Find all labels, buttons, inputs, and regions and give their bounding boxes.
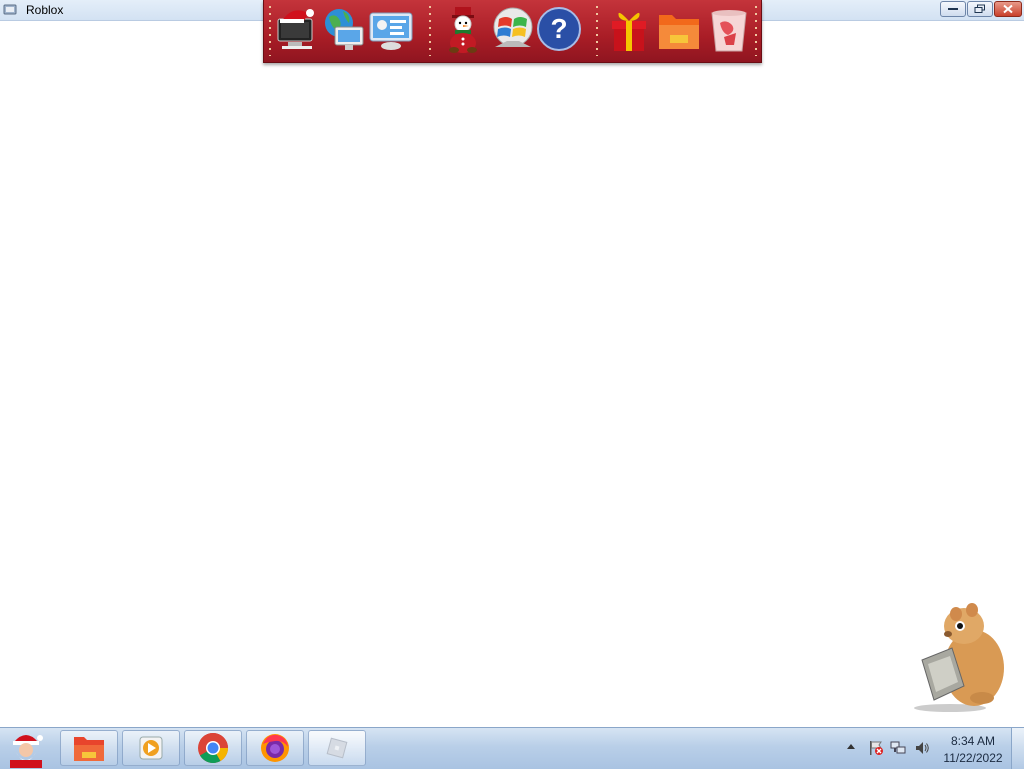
svg-text:?: ?: [550, 13, 567, 44]
network-icon[interactable]: [890, 740, 906, 756]
media-player-icon: [139, 736, 163, 760]
clock-date[interactable]: 11/22/2022: [936, 751, 1010, 765]
taskbar-button-firefox[interactable]: [246, 730, 304, 766]
control-panel-icon[interactable]: [368, 5, 414, 53]
taskbar-button-explorer[interactable]: [60, 730, 118, 766]
action-center-flag-icon[interactable]: [868, 740, 884, 756]
recycle-bin-icon[interactable]: [706, 5, 752, 53]
window-title: Roblox: [26, 3, 64, 17]
minimize-icon: [948, 8, 958, 10]
roblox-icon: [326, 737, 348, 759]
taskbar-button-media-player[interactable]: [122, 730, 180, 766]
taskbar-button-roblox[interactable]: [308, 730, 366, 766]
show-hidden-icons-icon[interactable]: [847, 744, 855, 749]
dock-divider: [269, 6, 271, 56]
dock-divider: [429, 6, 431, 56]
minimize-button[interactable]: [940, 1, 966, 17]
hamster-icon: [902, 598, 1012, 714]
windows-logo-icon[interactable]: [489, 5, 535, 53]
clock-time[interactable]: 8:34 AM: [936, 734, 1010, 748]
dock-divider: [596, 6, 598, 56]
system-tray: 8:34 AM 11/22/2022: [844, 728, 1024, 769]
folder-icon: [74, 737, 104, 761]
restore-icon: [974, 4, 985, 13]
window-controls: [940, 1, 1022, 17]
folder-icon[interactable]: [656, 5, 702, 53]
firefox-icon: [261, 734, 289, 762]
computer-icon[interactable]: [274, 5, 320, 53]
volume-icon[interactable]: [914, 740, 930, 756]
taskbar: 8:34 AM 11/22/2022: [0, 727, 1024, 769]
taskbar-button-chrome[interactable]: [184, 730, 242, 766]
christmas-dock: ?: [263, 0, 762, 63]
gift-icon[interactable]: [606, 5, 652, 53]
dock-divider: [755, 6, 757, 56]
chrome-icon: [198, 732, 229, 764]
close-icon: [1003, 4, 1013, 14]
santa-start-icon[interactable]: [4, 730, 48, 768]
restore-button[interactable]: [967, 1, 993, 17]
snowman-icon[interactable]: [440, 5, 486, 53]
close-button[interactable]: [994, 1, 1022, 17]
show-desktop-button[interactable]: [1011, 728, 1024, 769]
help-icon[interactable]: ?: [536, 5, 582, 53]
roblox-app-icon: [3, 3, 17, 15]
network-icon[interactable]: [321, 5, 367, 53]
